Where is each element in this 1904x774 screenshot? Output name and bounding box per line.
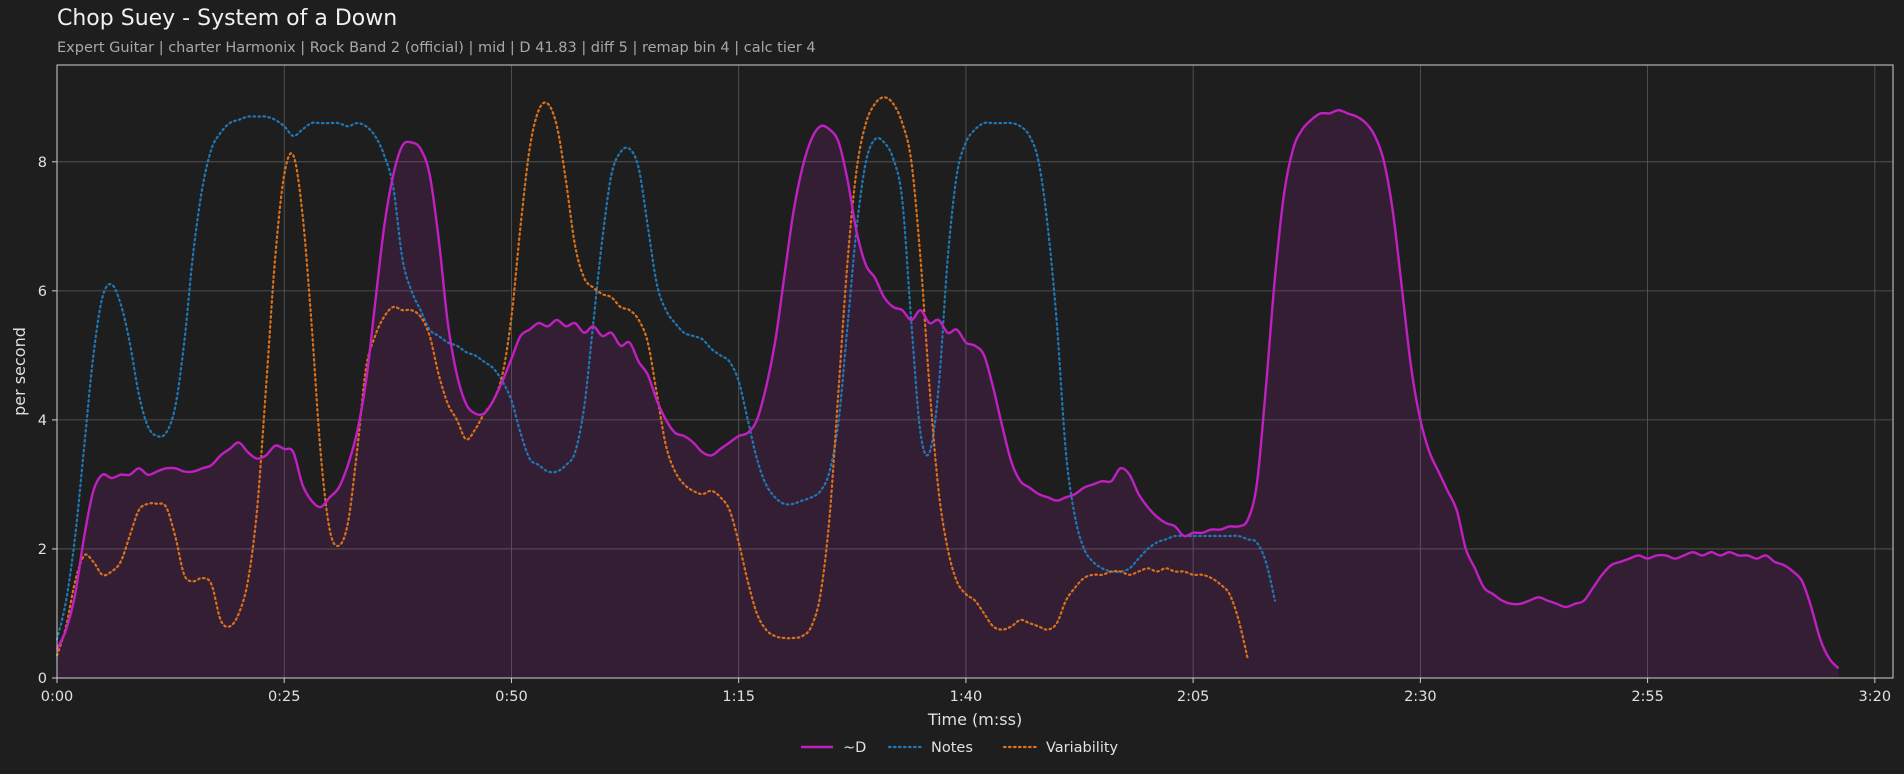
x-tick-label: 0:25 — [268, 689, 301, 705]
y-tick-label: 6 — [38, 284, 47, 300]
x-tick-label: 0:50 — [495, 689, 528, 705]
legend-label-d: ~D — [843, 740, 866, 756]
legend: ~D Notes Variability — [801, 740, 1119, 756]
chart-canvas: 0:00 0:25 0:50 1:15 1:40 2:05 2:30 2:55 3:20 0 2 4… — [10, 64, 1894, 756]
x-tick-label: 0:00 — [41, 689, 74, 705]
y-tick-label: 0 — [38, 671, 47, 687]
x-axis-label: Time (m:ss) — [927, 710, 1022, 729]
legend-label-notes: Notes — [931, 740, 973, 756]
area-d — [57, 110, 1839, 678]
x-tick-label: 1:40 — [950, 689, 983, 705]
x-tick-label: 2:55 — [1631, 689, 1664, 705]
y-axis-ticks: 0 2 4 6 8 — [38, 155, 57, 687]
x-tick-label: 1:15 — [722, 689, 755, 705]
x-tick-label: 2:30 — [1404, 689, 1437, 705]
area-fill — [57, 110, 1839, 678]
y-tick-label: 2 — [38, 542, 47, 558]
y-tick-label: 4 — [38, 413, 47, 429]
legend-label-variability: Variability — [1046, 740, 1119, 756]
y-axis-label: per second — [10, 327, 29, 416]
x-tick-label: 2:05 — [1177, 689, 1210, 705]
x-axis-ticks: 0:00 0:25 0:50 1:15 1:40 2:05 2:30 2:55 3:20 — [41, 678, 1891, 705]
y-tick-label: 8 — [38, 155, 47, 171]
x-tick-label: 3:20 — [1859, 689, 1892, 705]
